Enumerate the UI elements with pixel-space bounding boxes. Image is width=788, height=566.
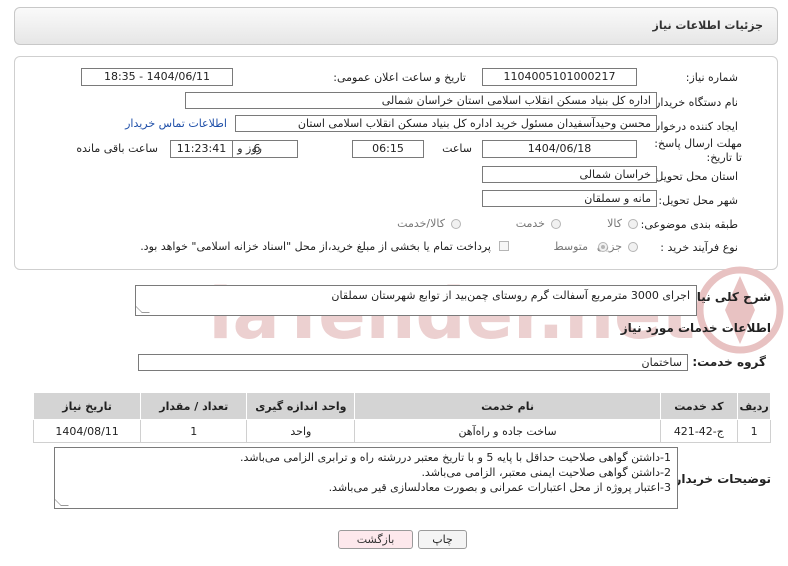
process-type-label: نوع فرآیند خرید : <box>660 241 738 254</box>
category-goods-service-radio[interactable] <box>451 219 461 229</box>
province-field[interactable]: خراسان شمالی <box>482 166 657 183</box>
buyer-note-line-3: 3-اعتبار پروژه از محل اعتبارات عمرانی و … <box>328 481 671 494</box>
treasury-payment-text: پرداخت تمام یا بخشی از مبلغ خرید،از محل … <box>140 240 491 253</box>
row-number: 1 <box>737 419 771 443</box>
buyer-contact-link[interactable]: اطلاعات تماس خریدار <box>125 117 227 130</box>
buyer-notes-field[interactable]: 1-داشتن گواهی صلاحیت حداقل با پایه 5 و ب… <box>54 447 678 509</box>
need-date: 1404/08/11 <box>32 419 142 443</box>
category-goods-radio[interactable] <box>628 219 638 229</box>
need-summary-text: اجرای 3000 مترمربع آسفالت گرم روستای چمن… <box>331 289 690 302</box>
city-field[interactable]: مانه و سملقان <box>482 190 657 207</box>
creator-field[interactable]: محسن وحیدآسفیدان مسئول خرید اداره کل بنی… <box>235 115 657 132</box>
remaining-time-field[interactable]: 11:23:41 <box>170 140 233 158</box>
buyer-notes-label: توضیحات خریدار: <box>669 472 771 486</box>
treasury-checkbox[interactable] <box>499 241 509 251</box>
quantity: 1 <box>140 419 248 443</box>
buyer-note-line-2: 2-داشتن گواهی صلاحیت ایمنی معتبر، الزامی… <box>421 466 671 479</box>
table-row[interactable]: 1 ج-42-421 ساخت جاده و راه‌آهن واحد 1 14… <box>32 419 771 443</box>
page-title: جزئیات اطلاعات نیاز <box>652 19 764 32</box>
unit: واحد <box>246 419 356 443</box>
announce-date-label: تاریخ و ساعت اعلان عمومی: <box>333 71 466 84</box>
category-goods-service-label: کالا/خدمت <box>397 217 445 230</box>
announce-date-field[interactable]: 1404/06/11 - 18:35 <box>81 68 233 86</box>
need-summary-field[interactable]: اجرای 3000 مترمربع آسفالت گرم روستای چمن… <box>135 285 697 316</box>
col-need-date: تاریخ نیاز <box>32 392 142 420</box>
back-button[interactable]: بازگشت <box>338 530 413 549</box>
city-label: شهر محل تحویل: <box>658 194 738 207</box>
need-number-field[interactable]: 1104005101000217 <box>482 68 637 86</box>
col-quantity: تعداد / مقدار <box>140 392 248 420</box>
services-section-title: اطلاعات خدمات مورد نیاز <box>620 321 771 335</box>
province-label: استان محل تحویل: <box>651 170 738 183</box>
process-minor-radio[interactable] <box>628 242 638 252</box>
col-unit: واحد اندازه گیری <box>246 392 356 420</box>
deadline-date-field[interactable]: 1404/06/18 <box>482 140 637 158</box>
print-button[interactable]: چاپ <box>418 530 467 549</box>
service-code: ج-42-421 <box>659 419 739 443</box>
deadline-time-label: ساعت <box>442 142 472 155</box>
buyer-note-line-1: 1-داشتن گواهی صلاحیت حداقل با پایه 5 و ب… <box>240 451 671 464</box>
need-summary-label: شرح کلی نیاز: <box>685 290 771 304</box>
services-table-header: ردیف کد خدمت نام خدمت واحد اندازه گیری ت… <box>32 392 771 420</box>
services-table: ردیف کد خدمت نام خدمت واحد اندازه گیری ت… <box>32 392 771 443</box>
col-service-name: نام خدمت <box>354 392 661 420</box>
service-name: ساخت جاده و راه‌آهن <box>354 419 661 443</box>
resize-grip-icon[interactable] <box>136 305 150 313</box>
deadline-label: مهلت ارسال پاسخ: تا تاریخ: <box>654 137 742 164</box>
days-label: روز و <box>237 142 262 155</box>
need-number-label: شماره نیاز: <box>685 71 738 84</box>
process-medium-label: متوسط <box>553 240 588 253</box>
service-group-field[interactable]: ساختمان <box>138 354 688 371</box>
category-label: طبقه بندی موضوعی: <box>640 218 738 231</box>
process-medium-radio[interactable] <box>598 242 608 252</box>
col-row: ردیف <box>737 392 771 420</box>
resize-grip-icon[interactable] <box>55 498 69 506</box>
service-group-label: گروه خدمت: <box>692 355 766 369</box>
buyer-org-label: نام دستگاه خریدار: <box>651 96 738 109</box>
buyer-org-field[interactable]: اداره کل بنیاد مسکن انقلاب اسلامی استان … <box>185 92 657 109</box>
deadline-time-field[interactable]: 06:15 <box>352 140 424 158</box>
category-service-radio[interactable] <box>551 219 561 229</box>
category-service-label: خدمت <box>515 217 545 230</box>
col-service-code: کد خدمت <box>659 392 739 420</box>
page-header: جزئیات اطلاعات نیاز <box>14 7 778 45</box>
category-goods-label: کالا <box>607 217 622 230</box>
remaining-time-label: ساعت باقی مانده <box>76 142 158 155</box>
